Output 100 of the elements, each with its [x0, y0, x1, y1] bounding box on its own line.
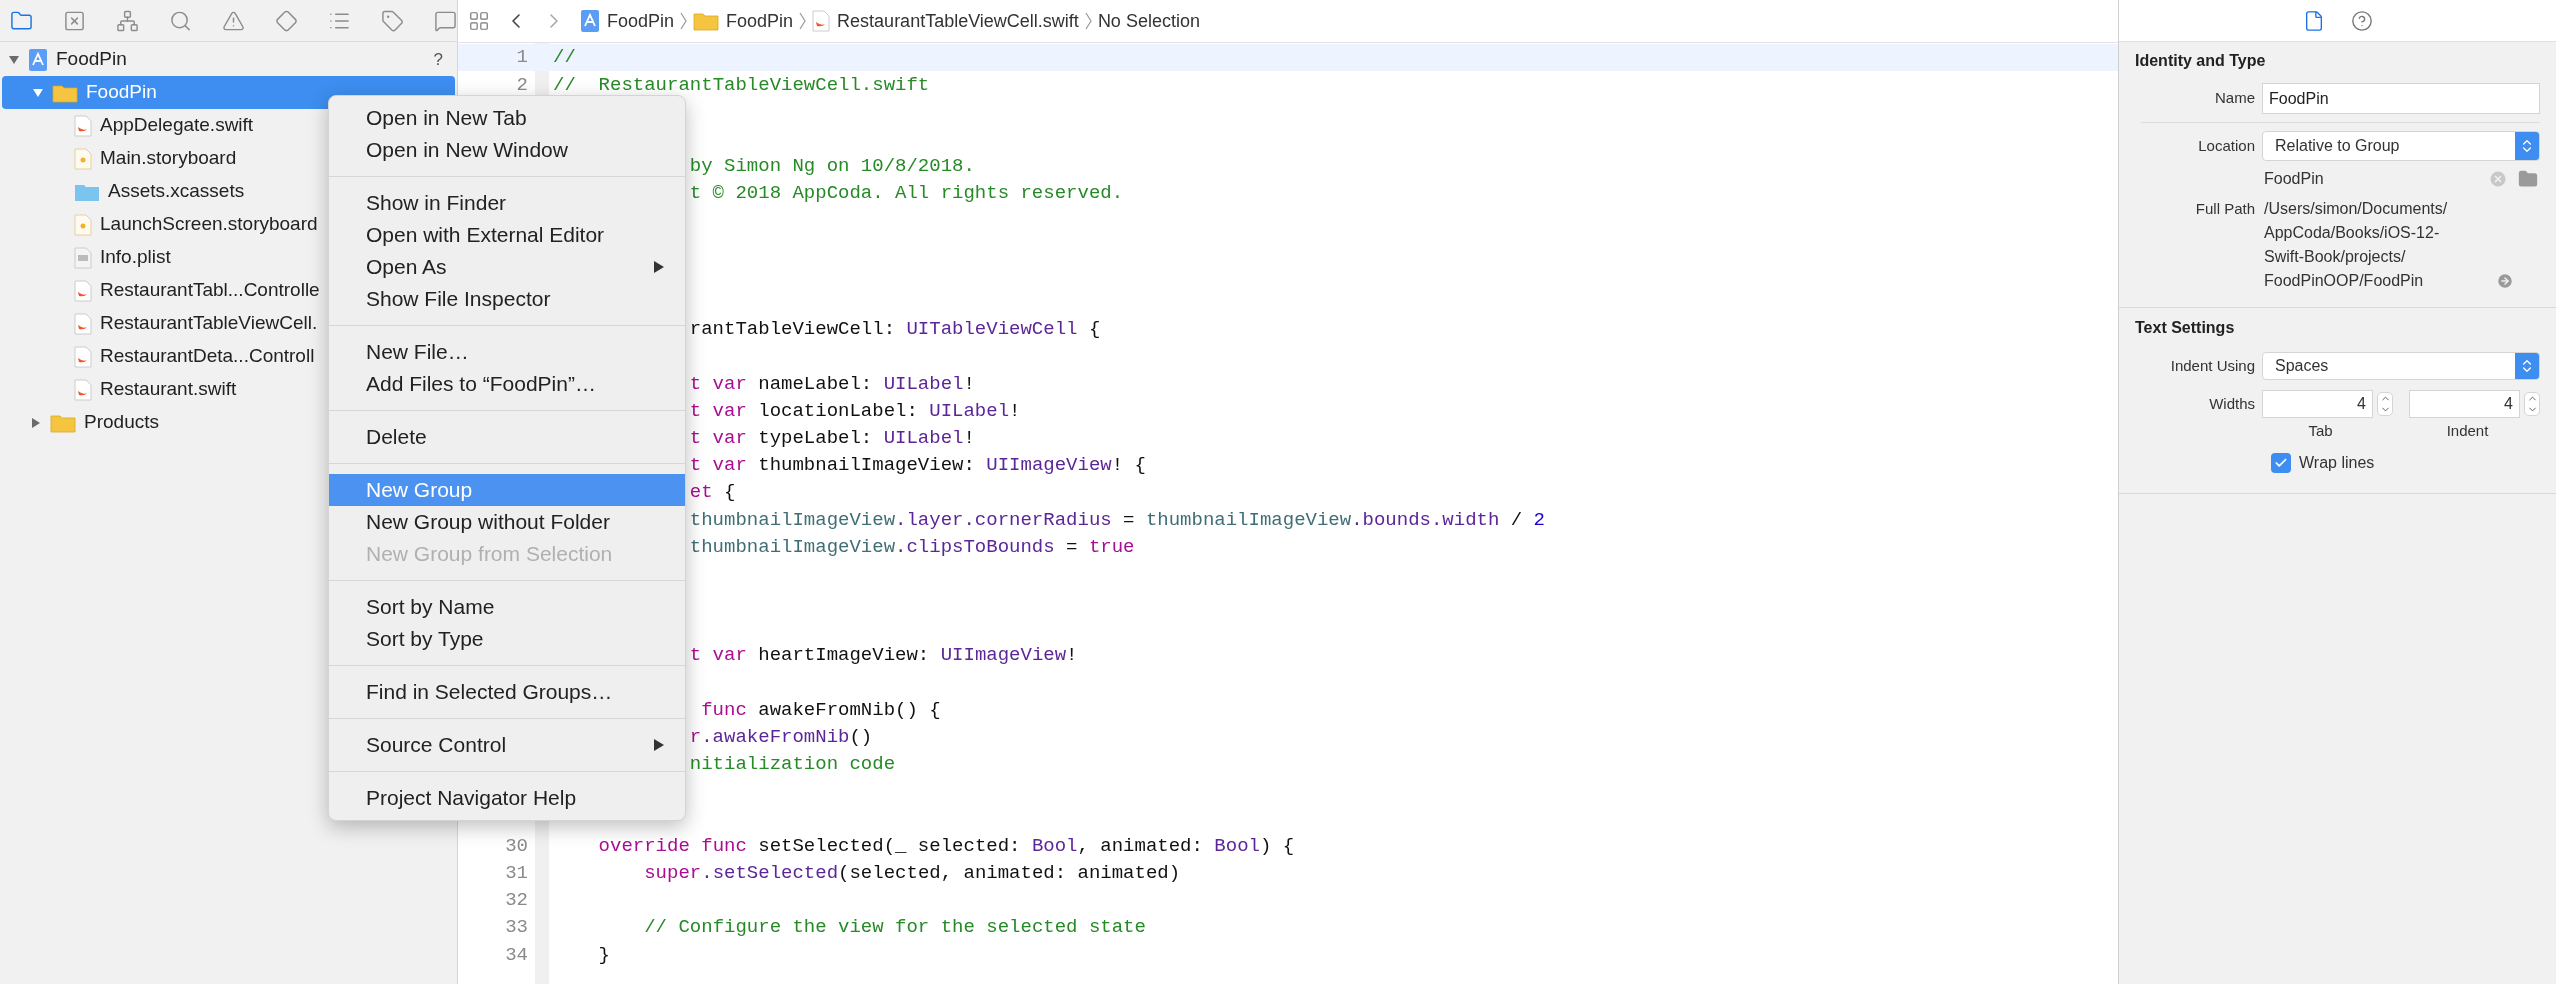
- line-number: 1: [515, 45, 529, 71]
- tree-label: RestaurantDeta...Controll: [100, 344, 315, 369]
- menu-item[interactable]: Open with External Editor: [329, 219, 685, 251]
- swift-file-icon: [74, 378, 92, 401]
- swift-file-icon: [74, 114, 92, 137]
- code-text: t var locationLabel: UILabel!: [689, 399, 1021, 422]
- menu-item[interactable]: Delete: [329, 421, 685, 453]
- code-text: }: [597, 942, 610, 968]
- indent-select[interactable]: Spaces: [2262, 352, 2540, 380]
- grid-icon[interactable]: [468, 10, 490, 32]
- tab-width-field[interactable]: 4: [2262, 390, 2373, 418]
- code-text: rantTableViewCell: UITableViewCell {: [689, 318, 1101, 341]
- tree-label: Info.plist: [100, 245, 171, 270]
- code-text: override func setSelected(_ selected: Bool, animated: Bool) {: [597, 833, 1295, 859]
- name-field[interactable]: FoodPin: [2262, 83, 2540, 114]
- code-text: t var thumbnailImageView: UIImageView! {: [689, 454, 1146, 477]
- code-text: t var typeLabel: UILabel!: [689, 426, 975, 449]
- tree-label: AppDelegate.swift: [100, 113, 254, 138]
- tree-label: Restaurant.swift: [100, 377, 237, 402]
- storyboard-file-icon: [74, 213, 92, 236]
- code-text: r.awakeFromNib(): [689, 726, 873, 749]
- tree-label: FoodPin: [56, 47, 127, 72]
- section-title: Identity and Type: [2135, 51, 2267, 71]
- full-path-text: /Users/simon/Documents/ AppCoda/Books/iOS-12- Swift-Book/projects/ FoodPinOOP/FoodPin: [2263, 199, 2448, 291]
- field-label: Widths: [2208, 394, 2256, 414]
- swift-file-icon: [74, 345, 92, 368]
- menu-item[interactable]: Show in Finder: [329, 187, 685, 219]
- disclosure-triangle-icon[interactable]: [32, 86, 44, 99]
- wrap-lines-checkbox[interactable]: [2271, 452, 2291, 473]
- menu-item[interactable]: Open As: [329, 251, 685, 283]
- tag-icon[interactable]: [381, 8, 404, 33]
- code-text: thumbnailImageView.layer.cornerRadius = thumbnailImageView.bounds.width / 2: [689, 508, 1545, 531]
- menu-item[interactable]: Find in Selected Groups…: [329, 676, 685, 708]
- stepper[interactable]: [2377, 392, 2393, 416]
- field-label: Full Path: [2194, 199, 2256, 219]
- menu-item[interactable]: New Group without Folder: [329, 506, 685, 538]
- tree-row[interactable]: FoodPin ?: [0, 43, 457, 76]
- field-label: Location: [2197, 135, 2256, 156]
- line-number: 33: [504, 915, 529, 941]
- disclosure-triangle-icon[interactable]: [30, 416, 42, 429]
- indent-width-field[interactable]: 4: [2409, 390, 2520, 418]
- code-text: // Configure the view for the selected state: [643, 915, 1146, 941]
- storyboard-file-icon: [74, 147, 92, 170]
- field-label: Name: [2214, 88, 2256, 109]
- tree-label: LaunchScreen.storyboard: [100, 212, 318, 237]
- breadcrumb[interactable]: FoodPin: [693, 7, 794, 35]
- disclosure-triangle-icon[interactable]: [8, 53, 20, 66]
- tree-label: RestaurantTableViewCell.: [100, 311, 318, 336]
- code-text: //: [553, 45, 576, 71]
- project-icon: [580, 9, 600, 33]
- tree-label: RestaurantTabl...Controlle: [100, 278, 320, 303]
- path-separator-icon: [799, 12, 807, 30]
- line-number: 2: [515, 72, 529, 98]
- folder-icon: [52, 82, 78, 103]
- code-text: by Simon Ng on 10/8/2018.: [689, 155, 975, 178]
- line-number: 31: [504, 860, 529, 886]
- location-select[interactable]: Relative to Group: [2262, 131, 2540, 161]
- menu-item[interactable]: Add Files to “FoodPin”…: [329, 368, 685, 400]
- code-text: func awakeFromNib() {: [700, 698, 941, 721]
- stepper[interactable]: [2524, 392, 2540, 416]
- tree-label: FoodPin: [86, 80, 157, 105]
- code-text: // RestaurantTableViewCell.swift: [553, 72, 930, 98]
- hierarchy-icon[interactable]: [116, 8, 139, 33]
- tree-label: Products: [84, 410, 159, 435]
- menu-item[interactable]: Open in New Window: [329, 134, 685, 166]
- tree-label: Main.storyboard: [100, 146, 237, 171]
- breadcrumb[interactable]: RestaurantTableViewCell.swift: [812, 7, 1079, 35]
- help-icon[interactable]: [2350, 9, 2373, 32]
- location-path: FoodPin: [2263, 169, 2324, 189]
- line-number: 34: [504, 942, 529, 968]
- line-number: 32: [504, 888, 529, 914]
- breadcrumb[interactable]: No Selection: [1097, 7, 1200, 35]
- diamond-icon[interactable]: [275, 8, 298, 33]
- code-text: t © 2018 AppCoda. All rights reserved.: [689, 182, 1124, 205]
- line-number: 30: [504, 833, 529, 859]
- checkbox-label: Wrap lines: [2299, 452, 2375, 473]
- plist-file-icon: [74, 246, 92, 269]
- path-separator-icon: [680, 12, 688, 30]
- folder-icon: [693, 11, 720, 31]
- menu-item[interactable]: Source Control: [329, 729, 685, 761]
- folder-icon[interactable]: [2518, 169, 2538, 189]
- menu-item[interactable]: Project Navigator Help: [329, 782, 685, 814]
- menu-item[interactable]: Sort by Type: [329, 623, 685, 655]
- code-text: et {: [689, 481, 736, 504]
- project-icon: [28, 47, 48, 72]
- code-text: thumbnailImageView.clipsToBounds = true: [689, 535, 1135, 558]
- code-text: t var nameLabel: UILabel!: [689, 372, 975, 395]
- swift-file-icon: [74, 312, 92, 335]
- breadcrumb[interactable]: FoodPin: [580, 7, 675, 35]
- swift-file-icon: [74, 279, 92, 302]
- menu-item[interactable]: Sort by Name: [329, 591, 685, 623]
- folder-icon: [50, 412, 76, 433]
- code-text: super.setSelected(selected, animated: animated): [643, 860, 1181, 886]
- swift-file-icon: [812, 10, 831, 32]
- field-caption: Tab: [2308, 421, 2334, 441]
- section-title: Text Settings: [2135, 318, 2236, 338]
- tree-label: Assets.xcassets: [108, 179, 245, 204]
- field-caption: Indent: [2446, 421, 2490, 441]
- path-separator-icon: [1084, 12, 1092, 30]
- code-text: nitialization code: [689, 753, 896, 776]
